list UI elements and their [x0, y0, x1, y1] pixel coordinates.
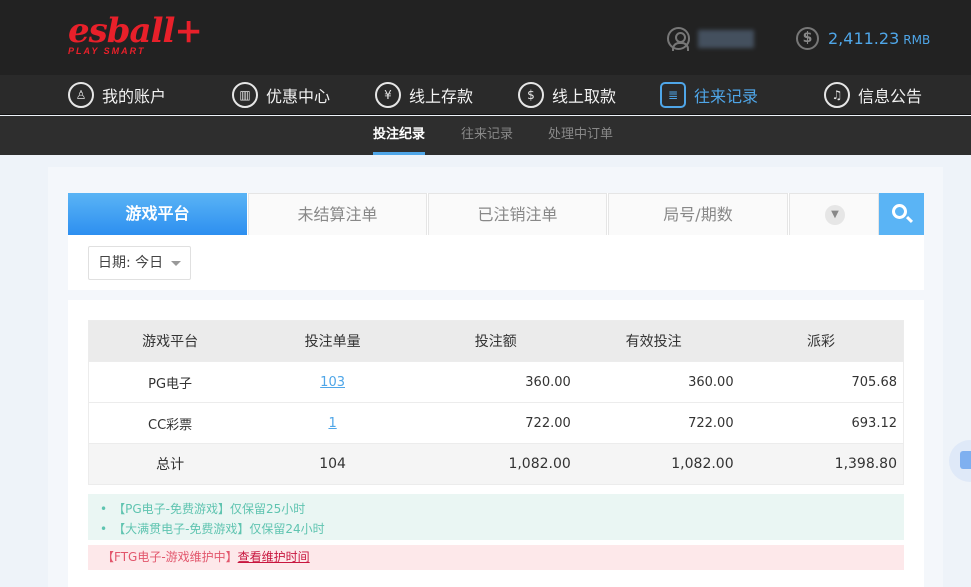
- cell-total-valid: 1,082.00: [576, 443, 740, 485]
- gift-icon: ▥: [232, 82, 258, 108]
- cell-total-payout: 1,398.80: [739, 443, 904, 485]
- nav-label: 信息公告: [858, 87, 923, 106]
- nav-records[interactable]: ≣ 往来记录: [660, 75, 758, 115]
- nav-announcements[interactable]: ♫ 信息公告: [824, 75, 922, 115]
- subnav-transaction-records[interactable]: 往来记录: [461, 116, 513, 155]
- col-header: 有效投注: [576, 320, 740, 362]
- chevron-down-icon: ▼: [825, 205, 845, 225]
- table-row: CC彩票 1 722.00 722.00 693.12: [88, 402, 904, 444]
- bell-icon: ♫: [824, 82, 850, 108]
- logo-plus: +: [174, 11, 202, 51]
- cell-bet: 722.00: [413, 402, 577, 444]
- subnav-pending-orders[interactable]: 处理中订单: [548, 116, 613, 155]
- tab-unsettled[interactable]: 未结算注单: [248, 193, 427, 235]
- nav-label: 优惠中心: [266, 87, 331, 106]
- cell-total-label: 总计: [88, 443, 252, 485]
- date-select[interactable]: 日期: 今日: [88, 246, 191, 280]
- search-icon: [892, 204, 907, 219]
- tab-cancelled[interactable]: 已注销注单: [428, 193, 607, 235]
- withdraw-icon: $: [518, 82, 544, 108]
- cell-payout: 705.68: [739, 361, 904, 403]
- cell-platform: CC彩票: [88, 402, 252, 444]
- tab-expand-button[interactable]: ▼: [789, 193, 879, 235]
- col-header: 投注额: [413, 320, 577, 362]
- maintenance-text: 【FTG电子-游戏维护中】: [102, 550, 238, 564]
- username[interactable]: user0000: [698, 30, 754, 48]
- notice-item: 【大满贯电子-免费游戏】仅保留24小时: [100, 519, 904, 539]
- table-row: PG电子 103 360.00 360.00 705.68: [88, 361, 904, 403]
- date-select-value: 日期: 今日: [98, 255, 164, 271]
- nav-my-account[interactable]: ♙ 我的账户: [68, 75, 166, 115]
- sub-nav: 投注纪录 往来记录 处理中订单: [0, 116, 971, 155]
- top-bar: esball+ PLAY SMART user0000 $ 2,411.23RM…: [0, 0, 971, 75]
- table-total-row: 总计 104 1,082.00 1,082.00 1,398.80: [88, 443, 904, 485]
- maintenance-time-link[interactable]: 查看维护时间: [238, 550, 310, 564]
- table-header-row: 游戏平台 投注单量 投注额 有效投注 派彩: [88, 320, 904, 362]
- user-icon: [667, 27, 690, 51]
- search-button[interactable]: [879, 193, 924, 235]
- col-header: 派彩: [739, 320, 904, 362]
- tab-round-number[interactable]: 局号/期数: [608, 193, 788, 235]
- user-icon: ♙: [68, 82, 94, 108]
- cell-total-count: 104: [251, 443, 414, 485]
- currency-label: RMB: [903, 33, 931, 47]
- nav-promotions[interactable]: ▥ 优惠中心: [232, 75, 330, 115]
- record-icon: ≣: [660, 82, 686, 108]
- col-header: 游戏平台: [88, 320, 252, 362]
- nav-label: 线上存款: [409, 87, 474, 106]
- nav-label: 我的账户: [102, 87, 167, 106]
- cell-bet: 360.00: [413, 361, 577, 403]
- tab-game-platform[interactable]: 游戏平台: [68, 193, 247, 235]
- cell-platform: PG电子: [88, 361, 252, 403]
- col-header: 投注单量: [251, 320, 414, 362]
- esball-logo[interactable]: esball+ PLAY SMART: [68, 11, 203, 56]
- nav-label: 线上取款: [552, 87, 617, 106]
- cell-valid-bet: 722.00: [576, 402, 740, 444]
- bet-count-link[interactable]: 103: [320, 375, 345, 390]
- main-nav: ♙ 我的账户 ▥ 优惠中心 ¥ 线上存款 $ 线上取款 ≣ 往来记录 ♫ 信息公…: [0, 75, 971, 115]
- balance: 2,411.23 RMB: [828, 29, 930, 50]
- maintenance-notice: 【FTG电子-游戏维护中】查看维护时间: [88, 545, 904, 570]
- cell-total-bet: 1,082.00: [413, 443, 577, 485]
- records-table: 游戏平台 投注单量 投注额 有效投注 派彩 PG电子 103 360.00 36…: [88, 320, 904, 485]
- notice-item: 【PG电子-免费游戏】仅保留25小时: [100, 499, 904, 519]
- deposit-icon: ¥: [375, 82, 401, 108]
- notice-list: 【PG电子-免费游戏】仅保留25小时 【大满贯电子-免费游戏】仅保留24小时: [88, 494, 904, 540]
- nav-label: 往来记录: [694, 87, 759, 106]
- floating-service-button[interactable]: [949, 440, 971, 482]
- nav-withdraw[interactable]: $ 线上取款: [518, 75, 616, 115]
- balance-amount: 2,411.23: [828, 29, 900, 48]
- subnav-bet-records[interactable]: 投注纪录: [373, 116, 426, 155]
- nav-deposit[interactable]: ¥ 线上存款: [375, 75, 473, 115]
- bet-count-link[interactable]: 1: [328, 416, 336, 431]
- cell-payout: 693.12: [739, 402, 904, 444]
- coin-icon: $: [796, 27, 819, 50]
- caret-down-icon: [171, 261, 181, 266]
- cell-valid-bet: 360.00: [576, 361, 740, 403]
- logo-text: esball: [68, 11, 175, 51]
